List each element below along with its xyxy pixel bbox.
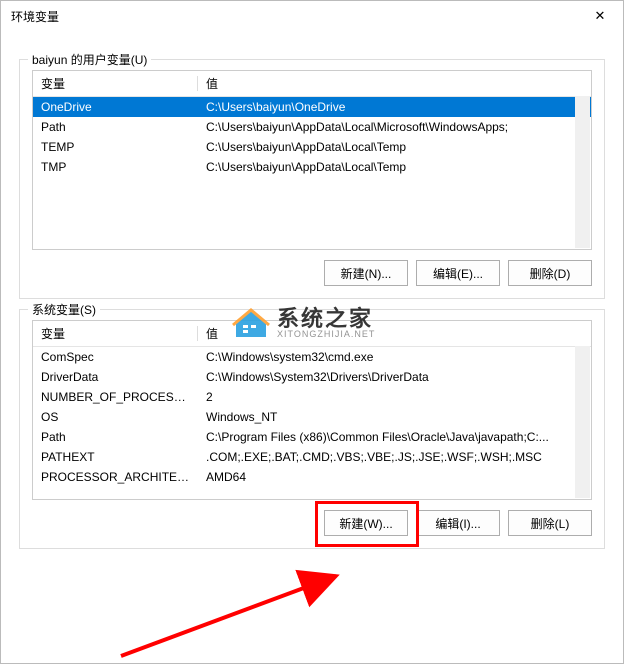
cell-variable: OS xyxy=(33,407,198,427)
scrollbar[interactable] xyxy=(575,346,590,498)
window-title: 环境变量 xyxy=(11,8,59,25)
table-row[interactable]: ComSpecC:\Windows\system32\cmd.exe xyxy=(33,347,591,368)
cell-variable: TEMP xyxy=(33,137,198,157)
cell-value: C:\Users\baiyun\OneDrive xyxy=(198,97,591,118)
system-delete-button[interactable]: 删除(L) xyxy=(508,510,592,536)
cell-value: C:\Windows\system32\cmd.exe xyxy=(198,347,591,368)
col-header-value[interactable]: 值 xyxy=(198,71,591,97)
user-edit-button[interactable]: 编辑(E)... xyxy=(416,260,500,286)
system-edit-button[interactable]: 编辑(I)... xyxy=(416,510,500,536)
cell-value: C:\Users\baiyun\AppData\Local\Temp xyxy=(198,137,591,157)
titlebar: 环境变量 ✕ xyxy=(1,1,623,31)
user-variables-table-wrap: 变量 值 OneDriveC:\Users\baiyun\OneDrivePat… xyxy=(32,70,592,250)
table-row[interactable]: TEMPC:\Users\baiyun\AppData\Local\Temp xyxy=(33,137,591,157)
cell-value: C:\Windows\System32\Drivers\DriverData xyxy=(198,367,591,387)
user-delete-button[interactable]: 删除(D) xyxy=(508,260,592,286)
table-row[interactable]: PATHEXT.COM;.EXE;.BAT;.CMD;.VBS;.VBE;.JS… xyxy=(33,447,591,467)
user-new-button[interactable]: 新建(N)... xyxy=(324,260,408,286)
user-group-title: baiyun 的用户变量(U) xyxy=(28,51,151,68)
table-row[interactable]: NUMBER_OF_PROCESSORS2 xyxy=(33,387,591,407)
table-row[interactable]: PathC:\Program Files (x86)\Common Files\… xyxy=(33,427,591,447)
cell-variable: ComSpec xyxy=(33,347,198,368)
cell-variable: Path xyxy=(33,427,198,447)
close-icon: ✕ xyxy=(595,8,606,24)
cell-value: Windows_NT xyxy=(198,407,591,427)
environment-variables-dialog: 环境变量 ✕ baiyun 的用户变量(U) 变量 值 OneDriveC:\U… xyxy=(0,0,624,664)
user-buttons-row: 新建(N)... 编辑(E)... 删除(D) xyxy=(32,260,592,286)
user-variables-table[interactable]: 变量 值 OneDriveC:\Users\baiyun\OneDrivePat… xyxy=(33,71,591,177)
system-variables-table[interactable]: 变量 值 ComSpecC:\Windows\system32\cmd.exeD… xyxy=(33,321,591,487)
cell-variable: TMP xyxy=(33,157,198,177)
close-button[interactable]: ✕ xyxy=(585,3,615,29)
cell-value: C:\Users\baiyun\AppData\Local\Temp xyxy=(198,157,591,177)
table-row[interactable]: PROCESSOR_ARCHITECT...AMD64 xyxy=(33,467,591,487)
cell-variable: Path xyxy=(33,117,198,137)
table-row[interactable]: OneDriveC:\Users\baiyun\OneDrive xyxy=(33,97,591,118)
system-variables-group: 系统变量(S) 变量 值 ComSpecC:\Windows\system32\… xyxy=(19,309,605,549)
system-buttons-row: 新建(W)... 编辑(I)... 删除(L) xyxy=(32,510,592,536)
user-variables-group: baiyun 的用户变量(U) 变量 值 OneDriveC:\Users\ba… xyxy=(19,59,605,299)
cell-value: .COM;.EXE;.BAT;.CMD;.VBS;.VBE;.JS;.JSE;.… xyxy=(198,447,591,467)
col-header-variable[interactable]: 变量 xyxy=(33,321,198,347)
scrollbar[interactable] xyxy=(575,96,590,248)
col-header-value[interactable]: 值 xyxy=(198,321,591,347)
cell-value: C:\Users\baiyun\AppData\Local\Microsoft\… xyxy=(198,117,591,137)
col-header-variable[interactable]: 变量 xyxy=(33,71,198,97)
cell-variable: DriverData xyxy=(33,367,198,387)
table-row[interactable]: OSWindows_NT xyxy=(33,407,591,427)
annotation-arrow xyxy=(101,561,361,661)
table-row[interactable]: DriverDataC:\Windows\System32\Drivers\Dr… xyxy=(33,367,591,387)
cell-value: 2 xyxy=(198,387,591,407)
cell-variable: OneDrive xyxy=(33,97,198,118)
system-group-title: 系统变量(S) xyxy=(28,301,100,318)
cell-variable: NUMBER_OF_PROCESSORS xyxy=(33,387,198,407)
cell-value: AMD64 xyxy=(198,467,591,487)
cell-value: C:\Program Files (x86)\Common Files\Orac… xyxy=(198,427,591,447)
system-new-button[interactable]: 新建(W)... xyxy=(324,510,408,536)
cell-variable: PROCESSOR_ARCHITECT... xyxy=(33,467,198,487)
table-row[interactable]: PathC:\Users\baiyun\AppData\Local\Micros… xyxy=(33,117,591,137)
system-variables-table-wrap: 变量 值 ComSpecC:\Windows\system32\cmd.exeD… xyxy=(32,320,592,500)
table-row[interactable]: TMPC:\Users\baiyun\AppData\Local\Temp xyxy=(33,157,591,177)
cell-variable: PATHEXT xyxy=(33,447,198,467)
